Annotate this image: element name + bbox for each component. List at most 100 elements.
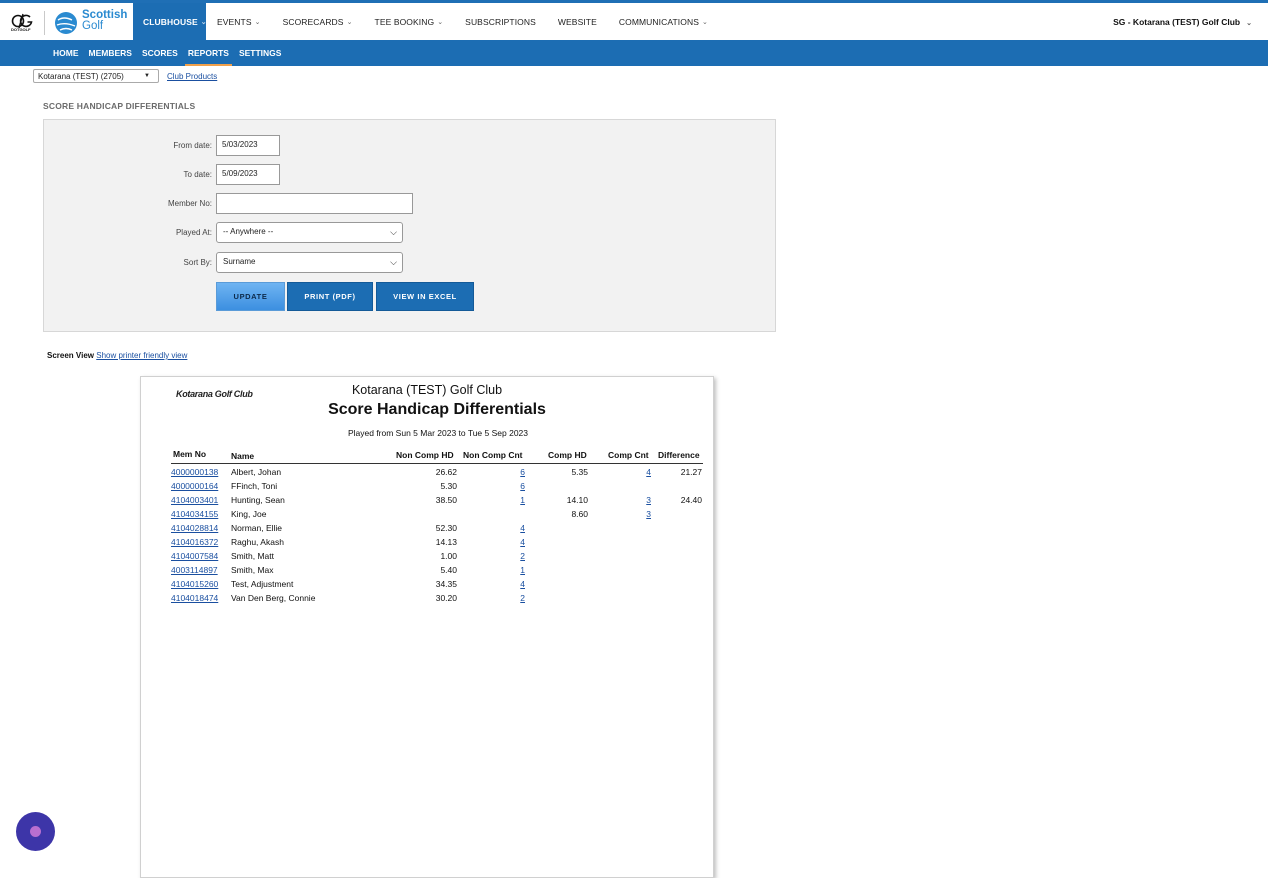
member-name: Albert, Johan xyxy=(231,467,282,477)
member-name: Raghu, Akash xyxy=(231,537,284,547)
member-number-link[interactable]: 4003114897 xyxy=(171,565,218,575)
member-name: King, Joe xyxy=(231,509,267,519)
subnav-scores[interactable]: SCORES xyxy=(137,40,183,66)
member-number-link[interactable]: 4104016372 xyxy=(171,537,218,547)
chat-launcher-button[interactable] xyxy=(16,812,55,851)
subnav-settings[interactable]: SETTINGS xyxy=(234,40,287,66)
print-pdf-button[interactable]: PRINT (PDF) xyxy=(287,282,373,311)
scottish-golf-line2: Golf xyxy=(82,20,104,32)
nav-tee-booking-label: TEE BOOKING xyxy=(374,16,435,27)
col-header-comp-cnt: Comp Cnt xyxy=(608,450,649,460)
comp-count-link[interactable]: 3 xyxy=(646,509,651,519)
member-no-label: Member No: xyxy=(167,199,212,208)
subnav-reports[interactable]: REPORTS xyxy=(183,40,234,66)
filter-panel: From date: 5/03/2023 To date: 5/09/2023 … xyxy=(43,119,776,332)
table-row: 4000000164 FFinch, Toni 5.30 6 xyxy=(141,480,713,494)
sort-by-select[interactable]: Surname ⌵ xyxy=(216,252,403,273)
club-account-menu[interactable]: SG - Kotarana (TEST) Golf Club ⌄ xyxy=(1113,17,1252,27)
non-comp-count-link[interactable]: 1 xyxy=(520,495,525,505)
non-comp-hd: 5.30 xyxy=(440,481,457,491)
member-number-link[interactable]: 4104003401 xyxy=(171,495,218,505)
chevron-down-icon: ⌄ xyxy=(346,18,353,26)
to-date-input[interactable]: 5/09/2023 xyxy=(216,164,280,185)
globe-icon xyxy=(55,12,77,34)
main-nav: CLUBHOUSE ⌄ EVENTS ⌄ SCORECARDS ⌄ TEE BOOKI… xyxy=(133,3,719,40)
sort-by-label: Sort By: xyxy=(183,258,212,267)
member-no-input[interactable] xyxy=(216,193,413,214)
non-comp-count-link[interactable]: 1 xyxy=(520,565,525,575)
view-in-excel-button[interactable]: VIEW IN EXCEL xyxy=(376,282,474,311)
update-button[interactable]: UPDATE xyxy=(216,282,285,311)
table-row: 4104003401 Hunting, Sean 38.50 1 14.10 3… xyxy=(141,494,713,508)
comp-hd: 14.10 xyxy=(566,495,588,505)
non-comp-count-link[interactable]: 4 xyxy=(520,537,525,547)
chat-icon xyxy=(30,826,41,837)
non-comp-count-link[interactable]: 4 xyxy=(520,579,525,589)
scottish-golf-logo[interactable]: Scottish Golf xyxy=(54,9,127,37)
table-row: 4104028814 Norman, Ellie 52.30 4 xyxy=(141,522,713,536)
chevron-down-icon: ⌵ xyxy=(390,257,397,267)
club-name: SG - Kotarana (TEST) Golf Club xyxy=(1113,17,1241,27)
non-comp-hd: 5.40 xyxy=(440,565,457,575)
header-rule xyxy=(171,463,703,464)
comp-hd: 5.35 xyxy=(571,467,588,477)
printer-friendly-link[interactable]: Show printer friendly view xyxy=(96,351,187,360)
non-comp-hd: 52.30 xyxy=(435,523,457,533)
member-name: Hunting, Sean xyxy=(231,495,285,505)
table-row: 4104018474 Van Den Berg, Connie 30.20 2 xyxy=(141,592,713,606)
member-name: Test, Adjustment xyxy=(231,579,294,589)
non-comp-hd: 14.13 xyxy=(435,537,457,547)
played-at-select[interactable]: -- Anywhere -- ⌵ xyxy=(216,222,403,243)
logo-divider xyxy=(44,11,45,35)
comp-count-link[interactable]: 4 xyxy=(646,467,651,477)
member-number-link[interactable]: 4104007584 xyxy=(171,551,218,561)
chevron-down-icon: ⌄ xyxy=(437,18,444,26)
view-mode: Screen View Show printer friendly view xyxy=(47,351,187,360)
difference: 24.40 xyxy=(680,495,702,505)
played-at-label: Played At: xyxy=(175,228,212,237)
report-preview: Kotarana Golf Club Kotarana (TEST) Golf … xyxy=(140,376,714,878)
member-number-link[interactable]: 4104018474 xyxy=(171,593,218,603)
subnav-members[interactable]: MEMBERS xyxy=(84,40,137,66)
non-comp-count-link[interactable]: 6 xyxy=(520,467,525,477)
nav-subscriptions-label: SUBSCRIPTIONS xyxy=(465,16,536,27)
subnav-home[interactable]: HOME xyxy=(48,40,84,66)
report-title: Score Handicap Differentials xyxy=(328,401,546,418)
non-comp-count-link[interactable]: 2 xyxy=(520,551,525,561)
col-header-comp-hd: Comp HD xyxy=(548,450,587,460)
member-number-link[interactable]: 4000000164 xyxy=(171,481,218,491)
nav-communications[interactable]: COMMUNICATIONS ⌄ xyxy=(608,3,719,40)
comp-count-link[interactable]: 3 xyxy=(646,495,651,505)
nav-clubhouse[interactable]: CLUBHOUSE ⌄ xyxy=(133,3,207,40)
non-comp-count-link[interactable]: 2 xyxy=(520,593,525,603)
member-number-link[interactable]: 4000000138 xyxy=(171,467,218,477)
col-header-non-comp-cnt: Non Comp Cnt xyxy=(463,450,523,460)
screen-view-label: Screen View xyxy=(47,351,94,360)
to-date-label: To date: xyxy=(183,170,212,179)
sort-by-value: Surname xyxy=(223,257,256,266)
member-name: Van Den Berg, Connie xyxy=(231,593,316,603)
club-products-link[interactable]: Club Products xyxy=(167,72,217,81)
member-number-link[interactable]: 4104034155 xyxy=(171,509,218,519)
from-date-input[interactable]: 5/03/2023 xyxy=(216,135,280,156)
club-select[interactable]: Kotarana (TEST) (2705) ▼ xyxy=(33,69,159,83)
nav-events[interactable]: EVENTS ⌄ xyxy=(206,3,272,40)
table-row: 4104015260 Test, Adjustment 34.35 4 xyxy=(141,578,713,592)
chevron-down-icon: ⌄ xyxy=(200,18,207,26)
nav-tee-booking[interactable]: TEE BOOKING ⌄ xyxy=(364,3,455,40)
dotgolf-logo[interactable] xyxy=(10,11,36,37)
nav-scorecards[interactable]: SCORECARDS ⌄ xyxy=(272,3,364,40)
non-comp-count-link[interactable]: 4 xyxy=(520,523,525,533)
dropdown-triangle-icon: ▼ xyxy=(144,73,150,79)
member-number-link[interactable]: 4104015260 xyxy=(171,579,218,589)
nav-subscriptions[interactable]: SUBSCRIPTIONS xyxy=(454,3,547,40)
chevron-down-icon: ⌄ xyxy=(701,18,708,26)
col-header-name: Name xyxy=(231,451,255,461)
member-name: Norman, Ellie xyxy=(231,523,283,533)
table-row: 4104034155 King, Joe 8.60 3 xyxy=(141,508,713,522)
non-comp-count-link[interactable]: 6 xyxy=(520,481,525,491)
nav-clubhouse-label: CLUBHOUSE xyxy=(143,16,198,27)
non-comp-hd: 30.20 xyxy=(435,593,457,603)
member-number-link[interactable]: 4104028814 xyxy=(171,523,218,533)
nav-website[interactable]: WEBSITE xyxy=(547,3,608,40)
